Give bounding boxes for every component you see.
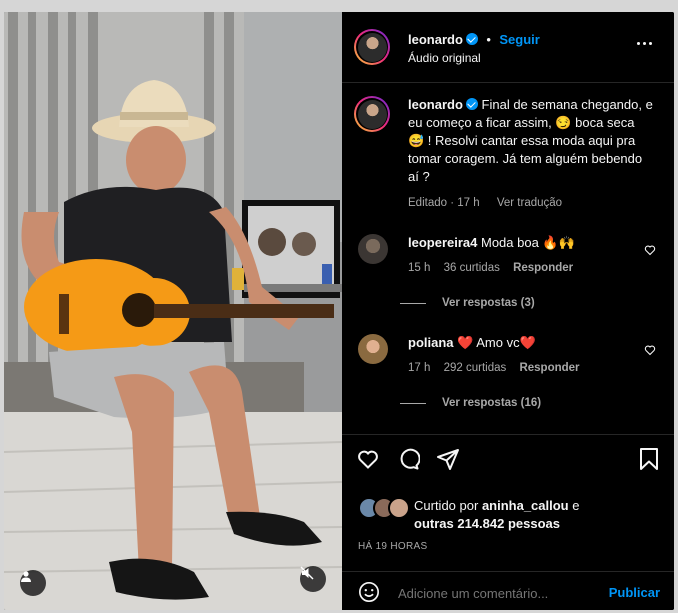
liked-by-text: Curtido por aninha_callou e outras 214.8… [414, 497, 614, 533]
liked-prefix: Curtido por [414, 498, 479, 513]
comment-time[interactable]: 17 h [408, 362, 430, 374]
comment-icon[interactable] [396, 447, 420, 471]
video-frame-illustration [4, 12, 342, 610]
heart-icon[interactable] [356, 447, 380, 471]
reply-button[interactable]: Responder [513, 262, 573, 274]
reply-button[interactable]: Responder [519, 362, 579, 374]
replies-line [400, 302, 426, 304]
liked-and: e [572, 498, 580, 513]
mute-button[interactable] [300, 566, 326, 592]
screenshot-frame: leonardo • Seguir Áudio original leonard… [0, 0, 678, 613]
comment-likes[interactable]: 292 curtidas [444, 362, 507, 374]
caption-time[interactable]: 17 h [457, 197, 479, 209]
comment-text: ❤️ Amo vc❤️ [457, 335, 536, 350]
more-icon[interactable] [637, 42, 652, 45]
commenter-username[interactable]: leopereira4 [408, 235, 477, 250]
author-username[interactable]: leonardo [408, 32, 463, 47]
liker-avatar [388, 497, 410, 519]
comment-body: poliana ❤️ Amo vc❤️ [408, 334, 628, 352]
heart-icon[interactable] [644, 344, 656, 356]
tagged-users-button[interactable] [20, 570, 46, 596]
separator-dot: • [486, 32, 491, 47]
comment-body: leopereira4 Moda boa 🔥🙌 [408, 234, 628, 252]
mute-icon [300, 566, 314, 580]
view-replies-button[interactable]: Ver respostas (3) [400, 297, 535, 309]
replies-line [400, 402, 426, 404]
comment-likes[interactable]: 36 curtidas [444, 262, 500, 274]
bookmark-icon[interactable] [638, 447, 660, 471]
liked-user[interactable]: aninha_callou [482, 498, 569, 513]
post-video[interactable] [4, 12, 342, 610]
commenter-avatar[interactable] [358, 334, 388, 364]
heart-icon[interactable] [644, 244, 656, 256]
add-comment-bar: Publicar [342, 571, 674, 610]
caption-username[interactable]: leonardo [408, 97, 463, 112]
caption-avatar[interactable] [354, 96, 390, 132]
follow-button[interactable]: Seguir [499, 32, 539, 47]
comment-meta: 15 h 36 curtidas Responder [408, 262, 583, 274]
post-header: leonardo • Seguir Áudio original [342, 12, 674, 83]
post-details-panel: leonardo • Seguir Áudio original leonard… [342, 12, 674, 610]
liked-others[interactable]: outras 214.842 pessoas [414, 516, 560, 531]
caption-text-block: leonardo Final de semana chegando, e eu … [408, 96, 653, 212]
author-avatar[interactable] [354, 29, 390, 65]
view-replies-button[interactable]: Ver respostas (16) [400, 397, 541, 409]
verified-icon [465, 98, 478, 110]
emoji-icon[interactable] [358, 581, 380, 603]
user-tag-icon [21, 571, 31, 582]
view-replies-label: Ver respostas (3) [442, 297, 535, 309]
audio-label[interactable]: Áudio original [408, 51, 481, 65]
action-icons [356, 447, 460, 471]
publish-button[interactable]: Publicar [609, 585, 660, 600]
commenter-avatar[interactable] [358, 234, 388, 264]
comment-text: Moda boa 🔥🙌 [481, 235, 575, 250]
comment-meta: 17 h 292 curtidas Responder [408, 362, 590, 374]
comment-input[interactable] [396, 585, 590, 602]
share-icon[interactable] [436, 447, 460, 471]
comment-time[interactable]: 15 h [408, 262, 430, 274]
post-modal: leonardo • Seguir Áudio original leonard… [4, 12, 674, 610]
liked-by-avatars[interactable] [358, 497, 410, 519]
edited-label: Editado [408, 197, 448, 209]
post-actions: Curtido por aninha_callou e outras 214.8… [342, 434, 674, 610]
see-translation-link[interactable]: Ver tradução [497, 197, 562, 209]
view-replies-label: Ver respostas (16) [442, 397, 542, 409]
verified-icon [465, 33, 478, 45]
commenter-username[interactable]: poliana [408, 335, 454, 350]
posted-time[interactable]: HÁ 19 HORAS [358, 541, 427, 552]
caption-meta: Editado · 17 h Ver tradução [408, 197, 563, 209]
